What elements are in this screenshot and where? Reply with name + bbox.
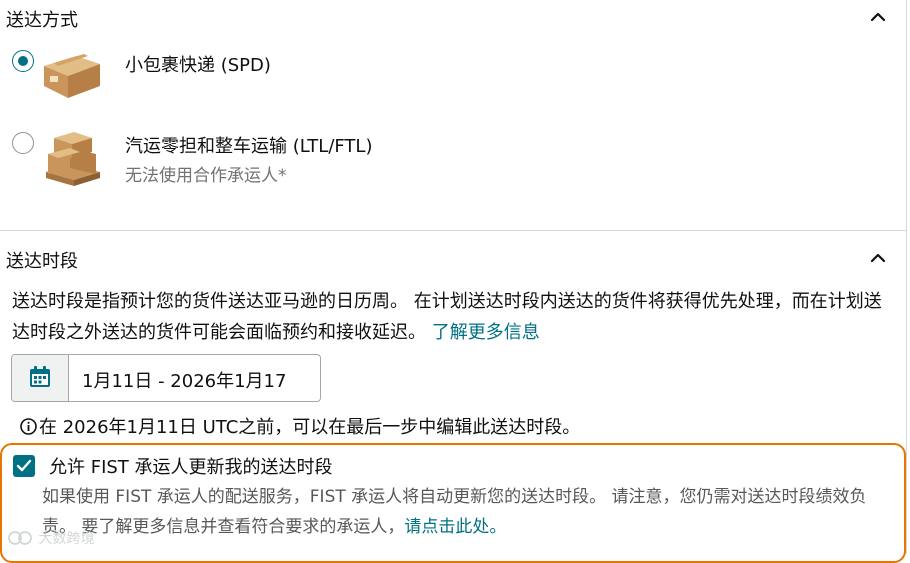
- calendar-button[interactable]: [12, 355, 69, 401]
- fist-description: 如果使用 FIST 承运人的配送服务，FIST 承运人将自动更新您的送达时段。 …: [42, 482, 888, 542]
- date-range-picker[interactable]: 1月11日 - 2026年1月17: [11, 354, 321, 402]
- delivery-window-description: 送达时段是指预计您的货件送达亚马逊的日历周。 在计划送达时段内送达的货件将获得优…: [12, 286, 882, 348]
- fist-click-here-link[interactable]: 请点击此处。: [404, 517, 506, 537]
- delivery-window-title: 送达时段: [6, 251, 78, 272]
- watermark: 大数跨境: [8, 528, 94, 548]
- checkmark-icon: [16, 459, 32, 472]
- ltl-ftl-radio[interactable]: [12, 132, 34, 154]
- collapse-delivery-window-chevron-up-icon[interactable]: [870, 253, 886, 265]
- info-icon: [20, 418, 37, 440]
- edit-deadline-info: 在 2026年1月11日 UTC之前，可以在最后一步中编辑此送达时段。: [20, 413, 580, 440]
- shipping-method-title: 送达方式: [6, 10, 78, 31]
- spd-radio[interactable]: [12, 50, 34, 72]
- fist-checkbox-label: 允许 FIST 承运人更新我的送达时段: [49, 457, 333, 478]
- ltl-ftl-label: 汽运零担和整车运输 (LTL/FTL): [125, 136, 373, 157]
- section-divider: [0, 230, 906, 231]
- edit-deadline-text: 在 2026年1月11日 UTC之前，可以在最后一步中编辑此送达时段。: [39, 417, 581, 438]
- spd-label: 小包裹快递 (SPD): [125, 55, 271, 76]
- calendar-icon: [30, 366, 50, 387]
- learn-more-link[interactable]: 了解更多信息: [432, 322, 540, 343]
- ltl-ftl-note: 无法使用合作承运人*: [125, 166, 287, 186]
- watermark-logo-icon: [8, 531, 32, 545]
- pallet-icon: [40, 124, 104, 194]
- watermark-text: 大数跨境: [38, 531, 95, 547]
- fist-checkbox[interactable]: [13, 455, 35, 477]
- date-range-value: 1月11日 - 2026年1月17: [82, 371, 287, 392]
- collapse-shipping-method-chevron-up-icon[interactable]: [870, 12, 886, 24]
- small-box-icon: [40, 40, 104, 106]
